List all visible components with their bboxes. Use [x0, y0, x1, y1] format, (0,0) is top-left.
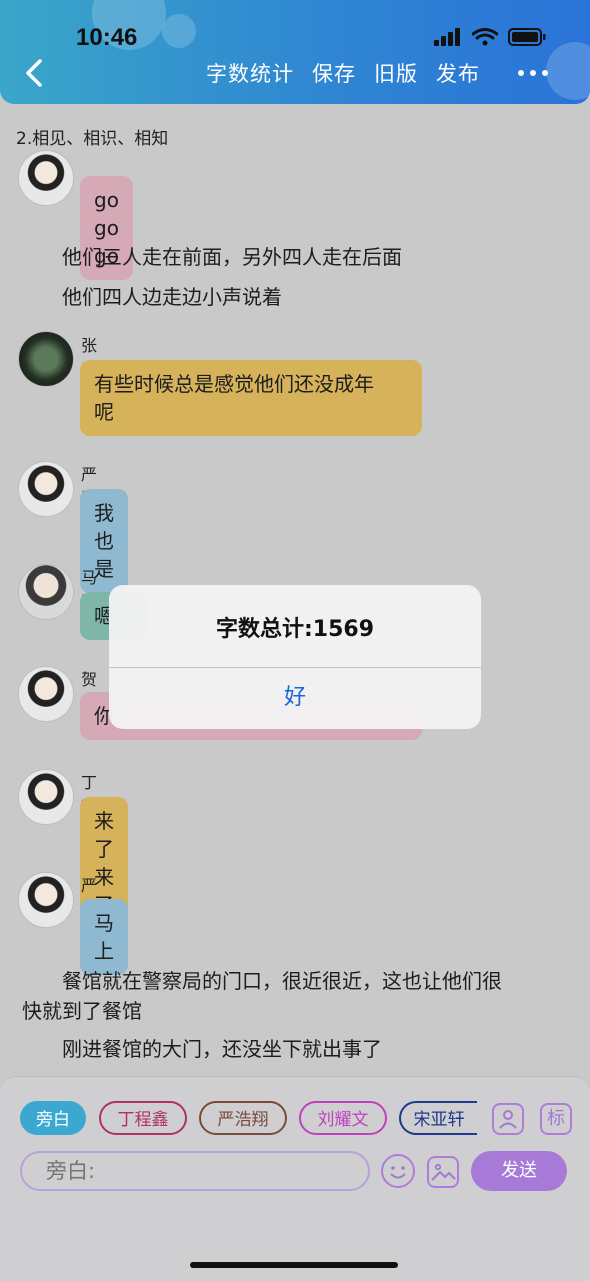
- message-input[interactable]: [20, 1151, 370, 1191]
- tag-button[interactable]: 标: [540, 1103, 572, 1135]
- header-actions: 字数统计 保存 旧版 发布: [206, 58, 480, 88]
- avatar: [18, 150, 74, 206]
- dialog-ok-button[interactable]: 好: [109, 667, 481, 729]
- narration-line: 餐馆就在警察局的门口，很近很近，这也让他们很: [62, 969, 502, 993]
- person-icon[interactable]: [492, 1103, 524, 1135]
- character-chip-song-yaxuan[interactable]: 宋亚轩: [399, 1101, 477, 1135]
- decorative-bubble: [162, 14, 196, 48]
- message-bubble[interactable]: 马上: [80, 899, 128, 975]
- emoji-glyph: [390, 1166, 406, 1179]
- avatar: [18, 331, 74, 387]
- narration-line: 快就到了餐馆: [22, 999, 142, 1023]
- message-line: 有些时候总是感觉他们还没成年: [94, 372, 374, 396]
- person-glyph: [499, 1110, 517, 1129]
- word-count-button[interactable]: 字数统计: [206, 58, 294, 88]
- wifi-icon: [472, 28, 498, 46]
- narration-text[interactable]: 餐馆就在警察局的门口，很近很近，这也让他们很 快就到了餐馆: [22, 966, 572, 1026]
- old-version-button[interactable]: 旧版: [374, 58, 418, 88]
- word-count-dialog: 字数总计:1569 好: [109, 585, 481, 729]
- battery-icon: [508, 28, 546, 46]
- avatar: [18, 769, 74, 825]
- avatar: [18, 564, 74, 620]
- image-icon[interactable]: [427, 1156, 459, 1188]
- character-chip-ding-chengxin[interactable]: 丁程鑫: [99, 1101, 187, 1135]
- message-line: 呢: [94, 400, 114, 424]
- image-glyph: [431, 1163, 456, 1181]
- send-button[interactable]: 发送: [471, 1151, 567, 1191]
- save-button[interactable]: 保存: [312, 58, 356, 88]
- character-chip-yan-haoxiang[interactable]: 严浩翔: [199, 1101, 287, 1135]
- more-options-icon[interactable]: [518, 70, 548, 76]
- avatar: [18, 666, 74, 722]
- avatar: [18, 461, 74, 517]
- decorative-bubble: [546, 42, 590, 100]
- status-icons: [434, 28, 546, 46]
- message-bubble[interactable]: 有些时候总是感觉他们还没成年 呢: [80, 360, 422, 436]
- back-arrow-icon[interactable]: [22, 58, 52, 88]
- emoji-icon[interactable]: [381, 1154, 415, 1188]
- narration-text[interactable]: 他们四人边走边小声说着: [62, 282, 282, 312]
- avatar: [18, 872, 74, 928]
- home-indicator: [190, 1262, 398, 1268]
- character-chip-liu-yaowen[interactable]: 刘耀文: [299, 1101, 387, 1135]
- character-chip-narrator[interactable]: 旁白: [20, 1101, 86, 1135]
- narration-text[interactable]: 刚进餐馆的大门，还没坐下就出事了: [62, 1034, 382, 1064]
- status-time: 10:46: [76, 24, 138, 51]
- dialog-title: 字数总计:1569: [215, 617, 375, 642]
- top-navigation-bar: 10:46 字数统计 保存 旧版 发布: [0, 0, 590, 104]
- narration-text[interactable]: 他们三人走在前面，另外四人走在后面: [62, 242, 402, 272]
- chapter-title: 2.相见、相识、相知: [16, 129, 169, 149]
- cellular-signal-icon: [434, 28, 460, 46]
- publish-button[interactable]: 发布: [436, 58, 480, 88]
